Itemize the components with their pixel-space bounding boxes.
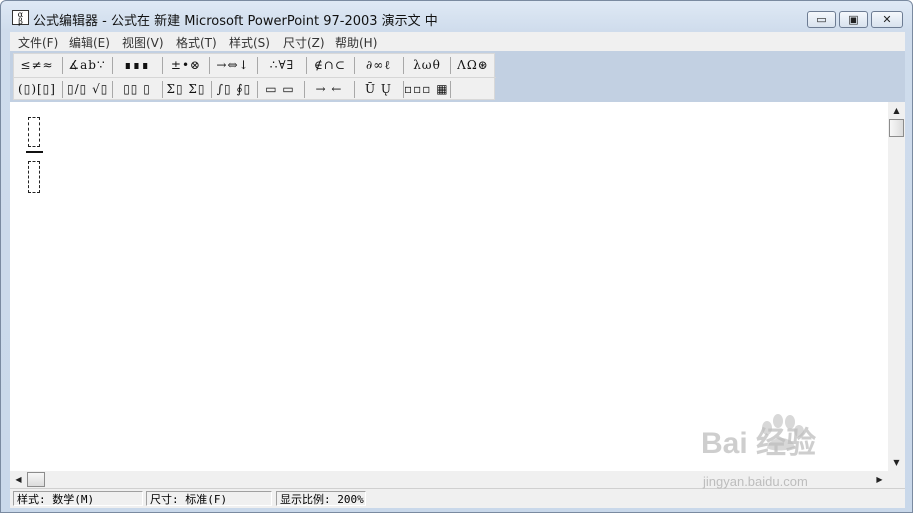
paw-icon	[762, 414, 804, 451]
palette-divider	[62, 57, 63, 74]
minimize-icon: ▭	[816, 13, 827, 26]
menu-file[interactable]: 文件(F)	[18, 34, 58, 51]
status-size: 尺寸: 标准(F)	[146, 491, 272, 506]
labeled-arrow-templates-button[interactable]: → ←	[307, 80, 351, 99]
product-templates-button[interactable]: Ū Ų	[357, 80, 400, 99]
bar-templates-button[interactable]: ▭ ▭	[260, 80, 300, 99]
embellishments-palette-button[interactable]: ∎∎∎	[117, 56, 157, 75]
operators-palette-button[interactable]: ±•⊗	[166, 56, 206, 75]
status-style: 样式: 数学(M)	[13, 491, 143, 506]
scroll-down-icon[interactable]: ▼	[888, 454, 905, 471]
matrix-templates-button[interactable]: ▫▫▫ ▦	[404, 80, 448, 99]
scroll-left-icon[interactable]: ◀	[10, 471, 27, 488]
spaces-palette-button[interactable]: ∡ab∵	[67, 56, 107, 75]
menu-view[interactable]: 视图(V)	[122, 34, 164, 51]
menu-edit[interactable]: 编辑(E)	[69, 34, 110, 51]
misc-symbols-palette-button[interactable]: ∂∞ℓ	[357, 56, 400, 75]
palette-divider	[257, 81, 258, 98]
template-palette-row: (▯)[▯] ▯/▯ √▯ ▯▯ ▯ Σ▯ Σ▯ ∫▯ ∮▯ ▭ ▭ → ← Ū…	[14, 77, 496, 101]
symbol-palette-row: ≤≠≈ ∡ab∵ ∎∎∎ ±•⊗ →⇔↓ ∴∀∃ ∉∩⊂ ∂∞ℓ λωθ ΛΩ⊛	[14, 54, 496, 77]
palette-divider	[112, 57, 113, 74]
set-theory-palette-button[interactable]: ∉∩⊂	[309, 56, 351, 75]
palette-divider	[162, 81, 163, 98]
toolbar-area: ≤≠≈ ∡ab∵ ∎∎∎ ±•⊗ →⇔↓ ∴∀∃ ∉∩⊂ ∂∞ℓ λωθ ΛΩ⊛	[10, 51, 905, 102]
close-icon: ✕	[882, 13, 892, 26]
maximize-button[interactable]: ▣	[839, 11, 868, 28]
palette-divider	[211, 81, 212, 98]
greek-upper-palette-button[interactable]: ΛΩ⊛	[453, 56, 493, 75]
fence-templates-button[interactable]: (▯)[▯]	[17, 80, 57, 99]
vertical-scroll-thumb[interactable]	[889, 119, 904, 137]
relations-palette-button[interactable]: ≤≠≈	[17, 56, 57, 75]
scroll-up-icon[interactable]: ▲	[888, 102, 905, 119]
palette-divider	[209, 57, 210, 74]
palette-divider	[162, 57, 163, 74]
vertical-scrollbar[interactable]: ▲ ▼	[888, 102, 905, 471]
palette-divider	[403, 57, 404, 74]
subscript-templates-button[interactable]: ▯▯ ▯	[117, 80, 157, 99]
menu-bar: 文件(F) 编辑(E) 视图(V) 格式(T) 样式(S) 尺寸(Z) 帮助(H…	[10, 32, 905, 51]
watermark-url: jingyan.baidu.com	[703, 474, 808, 489]
symbol-palette: ≤≠≈ ∡ab∵ ∎∎∎ ±•⊗ →⇔↓ ∴∀∃ ∉∩⊂ ∂∞ℓ λωθ ΛΩ⊛	[13, 53, 496, 101]
palette-divider	[257, 57, 258, 74]
arrows-palette-button[interactable]: →⇔↓	[212, 56, 254, 75]
maximize-icon: ▣	[848, 13, 859, 26]
close-button[interactable]: ✕	[871, 11, 903, 28]
menu-help[interactable]: 帮助(H)	[335, 34, 377, 51]
window-frame: αβ 公式编辑器 - 公式在 新建 Microsoft PowerPoint 9…	[0, 0, 913, 513]
menu-size[interactable]: 尺寸(Z)	[283, 34, 325, 51]
palette-divider	[450, 81, 451, 98]
horizontal-scroll-thumb[interactable]	[27, 472, 45, 487]
status-zoom: 显示比例: 200%	[276, 491, 366, 506]
numerator-slot[interactable]	[28, 117, 40, 147]
logic-palette-button[interactable]: ∴∀∃	[261, 56, 303, 75]
fraction-bar	[26, 151, 43, 153]
minimize-button[interactable]: ▭	[807, 11, 836, 28]
palette-divider	[306, 57, 307, 74]
baidu-watermark: Bai 经验 jingyan.baidu.com	[701, 414, 881, 498]
palette-divider	[62, 81, 63, 98]
palette-divider	[112, 81, 113, 98]
scrollbar-corner	[888, 471, 905, 488]
greek-lower-palette-button[interactable]: λωθ	[406, 56, 448, 75]
menu-style[interactable]: 样式(S)	[229, 34, 270, 51]
title-bar[interactable]: αβ 公式编辑器 - 公式在 新建 Microsoft PowerPoint 9…	[1, 1, 912, 32]
palette-divider	[304, 81, 305, 98]
fraction-radical-templates-button[interactable]: ▯/▯ √▯	[67, 80, 107, 99]
palette-divider	[354, 81, 355, 98]
summation-templates-button[interactable]: Σ▯ Σ▯	[164, 80, 208, 99]
palette-divider	[450, 57, 451, 74]
menu-format[interactable]: 格式(T)	[176, 34, 217, 51]
palette-divider	[354, 57, 355, 74]
window-title: 公式编辑器 - 公式在 新建 Microsoft PowerPoint 97-2…	[33, 14, 438, 29]
integral-templates-button[interactable]: ∫▯ ∮▯	[213, 80, 255, 99]
equation-editor-icon: αβ	[12, 10, 29, 26]
denominator-slot[interactable]	[28, 161, 40, 193]
